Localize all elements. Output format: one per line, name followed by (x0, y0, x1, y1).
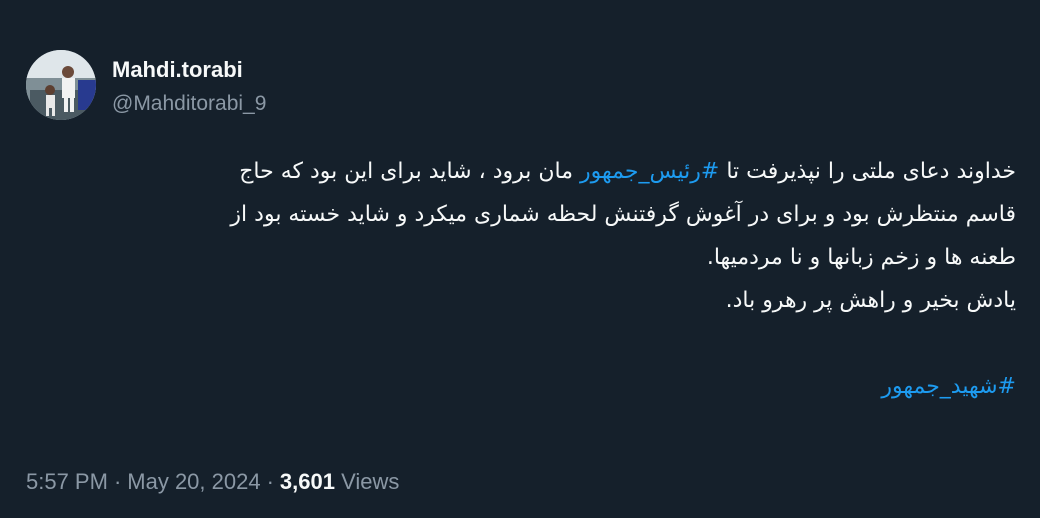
views-label: Views (341, 469, 400, 494)
tweet-text: خداوند دعای ملتی را نپذیرفت تا #رئیس_جمه… (16, 150, 1016, 408)
tweet-time: 5:57 PM (26, 469, 108, 494)
line-spacer (16, 322, 1016, 365)
tweet-card: Mahdi.torabi @Mahditorabi_9 خداوند دعای … (0, 0, 1040, 518)
tweet-line-1: خداوند دعای ملتی را نپذیرفت تا #رئیس_جمه… (16, 150, 1016, 193)
hashtag-link[interactable]: #شهید_جمهور (881, 374, 1016, 399)
timestamp-link[interactable]: 5:57 PM · May 20, 2024 (26, 469, 261, 494)
avatar-image (26, 50, 96, 120)
tweet-text-segment: مان برود ، شاید برای این بود که حاج (239, 159, 581, 184)
meta-separator: · (266, 469, 274, 494)
display-name[interactable]: Mahdi.torabi (112, 57, 243, 83)
user-handle[interactable]: @Mahditorabi_9 (112, 91, 266, 117)
tweet-meta: 5:57 PM · May 20, 2024 · 3,601 Views (26, 468, 399, 496)
tweet-line-3: طعنه ها و زخم زبانها و نا مردمیها. (706, 245, 1016, 270)
tweet-line-6: #شهید_جمهور (16, 365, 1016, 408)
hashtag-link[interactable]: #رئیس_جمهور (580, 159, 719, 184)
avatar[interactable] (26, 50, 96, 120)
tweet-line-2: قاسم منتظرش بود و برای در آغوش گرفتنش لح… (230, 202, 1016, 227)
views-count: 3,601 (279, 469, 335, 494)
tweet-line-4: یادش بخیر و راهش پر رهرو باد. (725, 288, 1016, 313)
tweet-date: May 20, 2024 (127, 469, 261, 494)
tweet-text-segment: خداوند دعای ملتی را نپذیرفت تا (719, 159, 1016, 184)
meta-separator: · (113, 469, 122, 494)
